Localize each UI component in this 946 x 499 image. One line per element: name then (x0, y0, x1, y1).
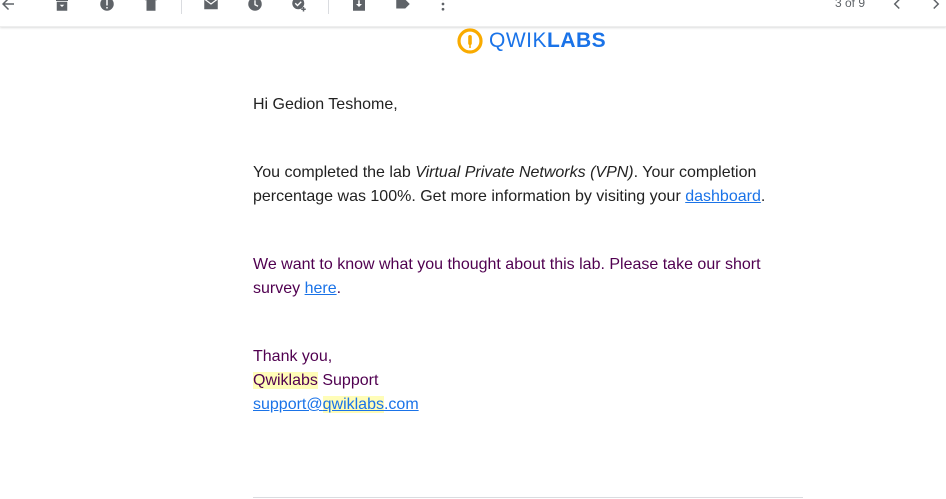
older-icon[interactable] (926, 0, 946, 14)
more-icon[interactable] (433, 0, 453, 14)
delete-icon[interactable] (141, 0, 161, 14)
page-count: 3 of 9 (835, 0, 866, 10)
completion-line-2: percentage was 100%. Get more informatio… (253, 188, 766, 205)
survey-link[interactable]: here (305, 280, 337, 297)
signoff-company: Qwiklabs Support (253, 372, 379, 389)
email-toolbar: 3 of 9 (0, 0, 946, 27)
back-icon[interactable] (0, 0, 18, 14)
lab-name: Virtual Private Networks (VPN) (415, 164, 634, 181)
survey-line-2: survey here. (253, 280, 342, 297)
completion-line-1: You completed the lab Virtual Private Ne… (253, 164, 757, 181)
toolbar-divider (181, 0, 182, 14)
survey-line-1: We want to know what you thought about t… (253, 256, 761, 273)
archive-icon[interactable] (52, 0, 72, 14)
newer-icon[interactable] (887, 0, 907, 14)
signoff-thanks: Thank you, (253, 348, 333, 365)
dashboard-link[interactable]: dashboard (685, 188, 761, 205)
report-spam-icon[interactable] (97, 0, 117, 14)
snooze-icon[interactable] (245, 0, 265, 14)
mark-unread-icon[interactable] (201, 0, 221, 14)
add-to-tasks-icon[interactable] (289, 0, 309, 14)
qwiklabs-logo: QWIKLABS (457, 28, 606, 54)
toolbar-divider (328, 0, 329, 14)
labels-icon[interactable] (393, 0, 413, 14)
move-to-icon[interactable] (349, 0, 369, 14)
greeting: Hi Gedion Teshome, (253, 96, 398, 113)
logo-wordmark: QWIKLABS (489, 29, 607, 52)
support-email-link[interactable]: support@qwiklabs.com (253, 393, 419, 417)
qwiklabs-logo-icon (457, 28, 483, 54)
footer-divider (253, 497, 803, 498)
